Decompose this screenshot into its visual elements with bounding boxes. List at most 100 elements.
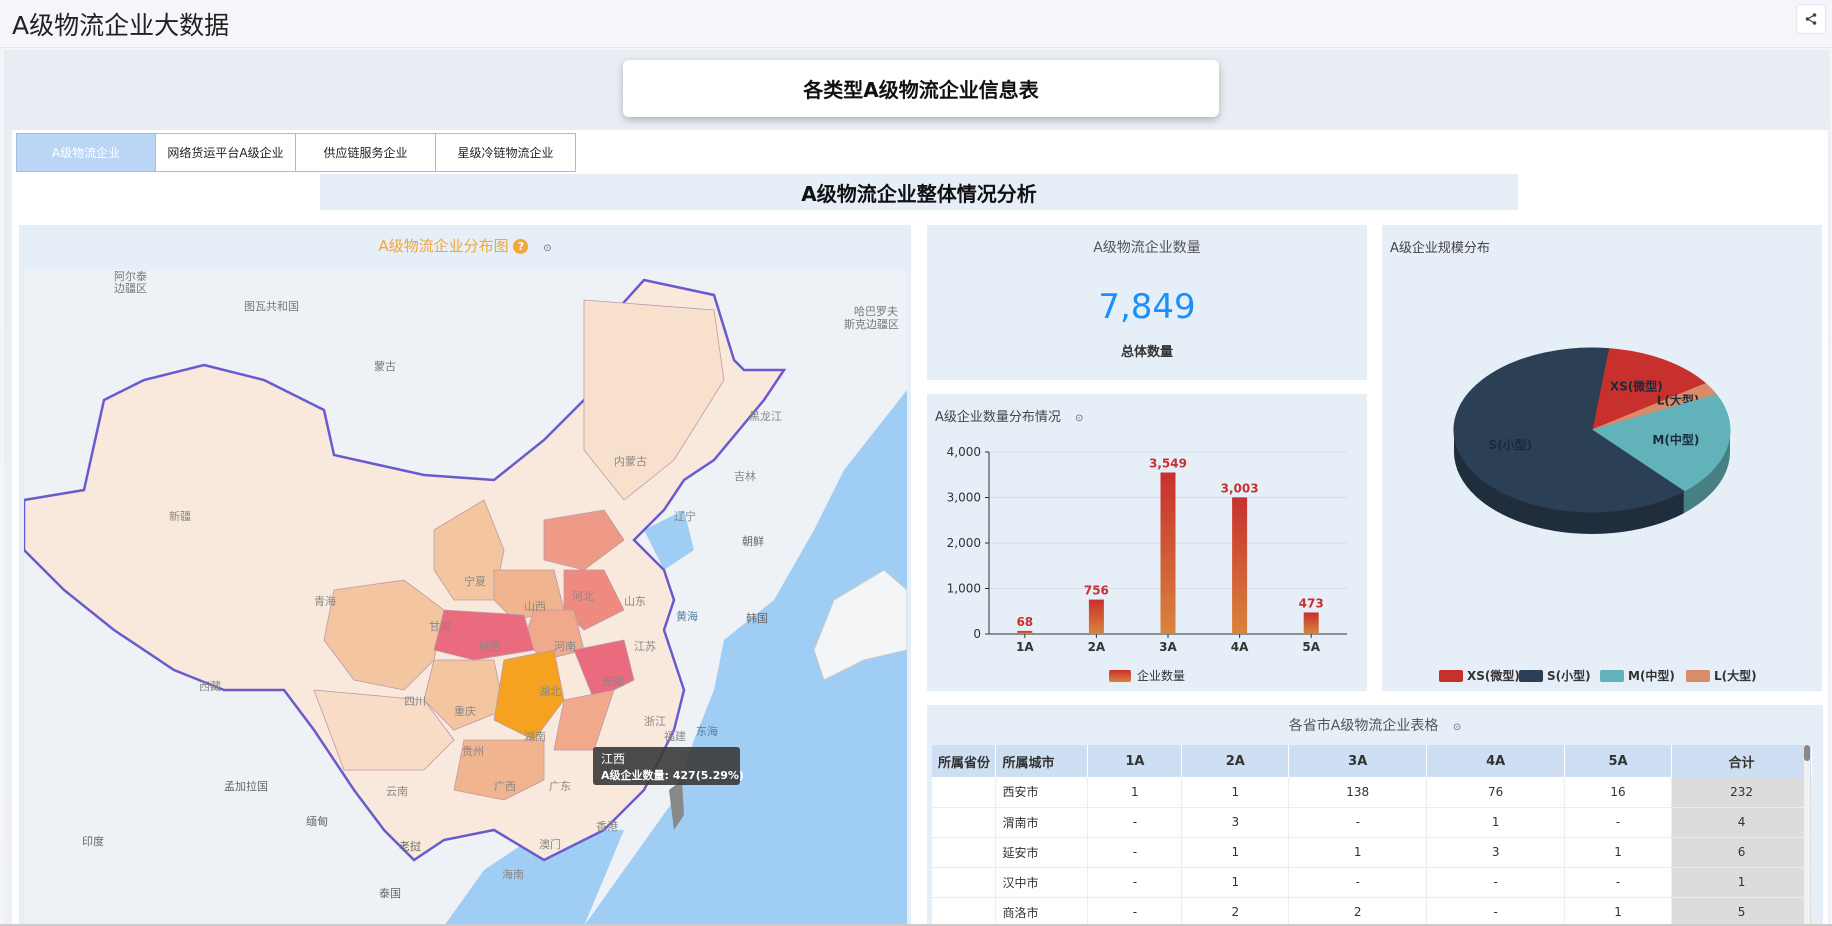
table-row[interactable]: 渭南市 - 3 - 1 - 4 <box>932 807 1812 838</box>
map-label: 广西 <box>494 780 516 793</box>
scrollbar-thumb[interactable] <box>1804 745 1810 761</box>
map-label: 图瓦共和国 <box>244 300 299 313</box>
info-icon[interactable]: ⊙ <box>1453 722 1461 733</box>
map-label: 西藏 <box>199 680 221 693</box>
cell-3a: - <box>1288 867 1428 898</box>
table-scroll-area[interactable]: 所属省份 所属城市 1A 2A 3A 4A 5A 合计 西安市 1 1 138 <box>932 745 1812 926</box>
help-icon[interactable]: ? <box>513 239 529 254</box>
column-header[interactable]: 2A <box>1181 745 1290 777</box>
tooltip-text: A级企业数量: 427(5.29%) <box>601 768 744 782</box>
tab-bar: A级物流企业 网络货运平台A级企业 供应链服务企业 星级冷链物流企业 <box>16 133 576 172</box>
legend-swatch <box>1600 670 1624 682</box>
data-label: 473 <box>1299 596 1324 610</box>
page-header: 各类型A级物流企业信息表 <box>623 60 1219 117</box>
cell-total: 6 <box>1671 837 1812 868</box>
map-label: 吉林 <box>734 469 756 483</box>
map-tooltip: 江西 A级企业数量: 427(5.29%) <box>593 747 744 785</box>
cell-2a: 2 <box>1181 897 1290 926</box>
distribution-map-card: A级物流企业分布图 ? ⊙ 阿尔泰 边疆区 图瓦共和国 蒙古 哈巴罗夫 斯克边疆… <box>19 225 911 926</box>
cell-total: 232 <box>1671 777 1812 808</box>
map-label: 青海 <box>314 594 336 608</box>
table-title: 各省市A级物流企业表格 ⊙ <box>927 715 1823 735</box>
cell-3a: 138 <box>1288 777 1428 808</box>
legend-label: XS(微型) <box>1467 668 1520 683</box>
column-header[interactable]: 1A <box>1087 745 1183 777</box>
bar-legend: 企业数量 <box>1109 668 1185 683</box>
column-header[interactable]: 5A <box>1564 745 1673 777</box>
map-label: 云南 <box>386 785 408 798</box>
cell-4a: - <box>1426 897 1566 926</box>
column-header[interactable]: 4A <box>1426 745 1566 777</box>
tab-network-freight[interactable]: 网络货运平台A级企业 <box>155 133 296 172</box>
cell-1a: - <box>1087 897 1183 926</box>
cell-2a: 3 <box>1181 807 1290 838</box>
table-row[interactable]: 延安市 - 1 1 3 1 6 <box>932 837 1812 868</box>
map-label: 宁夏 <box>464 574 486 588</box>
section-title: A级物流企业整体情况分析 <box>320 174 1518 210</box>
legend-swatch <box>1109 670 1131 682</box>
column-header[interactable]: 3A <box>1288 745 1428 777</box>
map-label: 陕西 <box>479 639 501 653</box>
map-label: 江苏 <box>634 640 656 653</box>
map-title: A级物流企业分布图 ? ⊙ <box>19 235 911 256</box>
pie-label: M(中型) <box>1652 432 1699 447</box>
table-title-text: 各省市A级物流企业表格 <box>1288 718 1439 734</box>
level-distribution-card: A级企业数量分布情况 ⊙ 0 1,000 2,000 3,000 4,000 68 1A 7… <box>927 394 1367 691</box>
map-label: 哈巴罗夫 <box>854 305 898 318</box>
table-row[interactable]: 商洛市 - 2 2 - 1 5 <box>932 897 1812 926</box>
cell-5a: - <box>1564 867 1673 898</box>
count-value: 7,849 <box>1098 287 1196 327</box>
column-header[interactable]: 合计 <box>1671 745 1812 777</box>
bar-chart: 0 1,000 2,000 3,000 4,000 68 1A 756 2A 3,549 3A 3,… <box>947 445 1347 683</box>
share-button[interactable] <box>1796 4 1826 34</box>
map-label: 韩国 <box>746 611 768 625</box>
map-label: 浙江 <box>644 715 666 728</box>
data-label: 756 <box>1084 584 1109 598</box>
bar-3A <box>1160 472 1176 634</box>
tab-a-level-logistics[interactable]: A级物流企业 <box>16 133 156 172</box>
map-label: 黑龙江 <box>749 410 782 423</box>
x-tick-label: 2A <box>1088 640 1106 654</box>
info-icon[interactable]: ⊙ <box>543 243 551 254</box>
cell-4a: 1 <box>1426 807 1566 838</box>
tab-cold-chain[interactable]: 星级冷链物流企业 <box>435 133 576 172</box>
y-tick-label: 3,000 <box>947 491 981 505</box>
china-map[interactable]: 阿尔泰 边疆区 图瓦共和国 蒙古 哈巴罗夫 斯克边疆区 黑龙江 吉林 辽宁 内蒙… <box>24 270 907 926</box>
map-label: 河北 <box>572 590 594 603</box>
y-tick-label: 0 <box>973 627 981 641</box>
count-title: A级物流企业数量 <box>1093 240 1201 256</box>
pie-label: S(小型) <box>1489 437 1533 452</box>
map-label: 湖南 <box>524 730 546 743</box>
page-header-title: 各类型A级物流企业信息表 <box>803 78 1039 102</box>
cell-province <box>932 837 997 868</box>
legend-swatch <box>1686 670 1710 682</box>
column-header[interactable]: 所属城市 <box>995 745 1089 777</box>
map-label: 新疆 <box>169 509 191 523</box>
map-title-text: A级物流企业分布图 <box>378 237 509 255</box>
cell-3a: - <box>1288 807 1428 838</box>
cell-1a: - <box>1087 867 1183 898</box>
map-label: 印度 <box>82 834 104 848</box>
cell-total: 1 <box>1671 867 1812 898</box>
cell-city: 延安市 <box>995 837 1089 868</box>
map-label: 东海 <box>696 724 718 738</box>
pie-label: XS(微型) <box>1610 379 1663 394</box>
cell-4a: 76 <box>1426 777 1566 808</box>
y-tick-label: 4,000 <box>947 445 981 459</box>
column-header[interactable]: 所属省份 <box>932 745 997 777</box>
table-scrollbar[interactable] <box>1804 745 1810 926</box>
table-row[interactable]: 汉中市 - 1 - - - 1 <box>932 867 1812 898</box>
map-label: 河南 <box>554 640 576 653</box>
map-label: 山东 <box>624 595 646 608</box>
count-subtitle: 总体数量 <box>1120 345 1173 360</box>
pie-chart: XS(微型)L(大型)M(中型)S(小型) XS(微型) S(小型) M(中型) L(… <box>1439 347 1757 683</box>
map-label: 澳门 <box>539 837 561 851</box>
bar-2A <box>1088 599 1104 634</box>
map-label: 安徽 <box>602 674 624 688</box>
tab-supply-chain[interactable]: 供应链服务企业 <box>295 133 436 172</box>
table-row[interactable]: 西安市 1 1 138 76 16 232 <box>932 777 1812 808</box>
cell-total: 4 <box>1671 807 1812 838</box>
cell-1a: 1 <box>1087 777 1183 808</box>
cell-2a: 1 <box>1181 837 1290 868</box>
x-tick-label: 4A <box>1231 640 1249 654</box>
